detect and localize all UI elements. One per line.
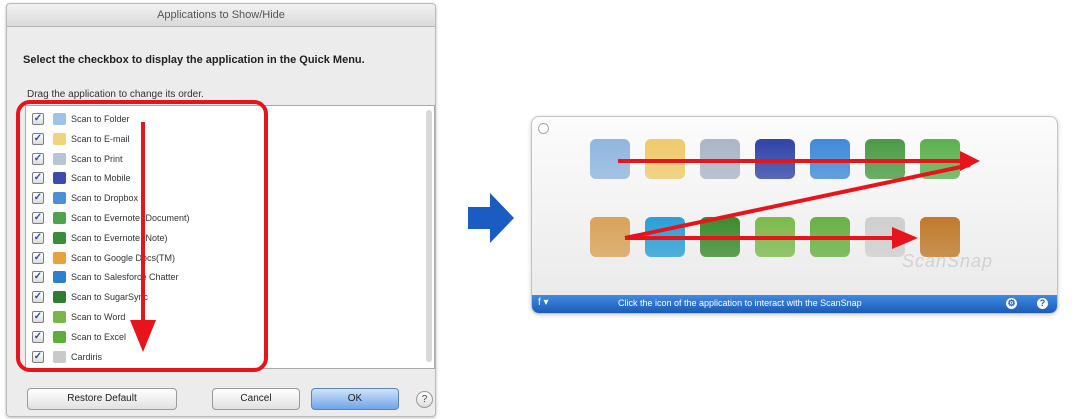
row2-arrow-head: [892, 227, 918, 249]
quick-menu-order-overlay: [618, 151, 980, 249]
diagonal-arrow-line: [624, 163, 971, 240]
